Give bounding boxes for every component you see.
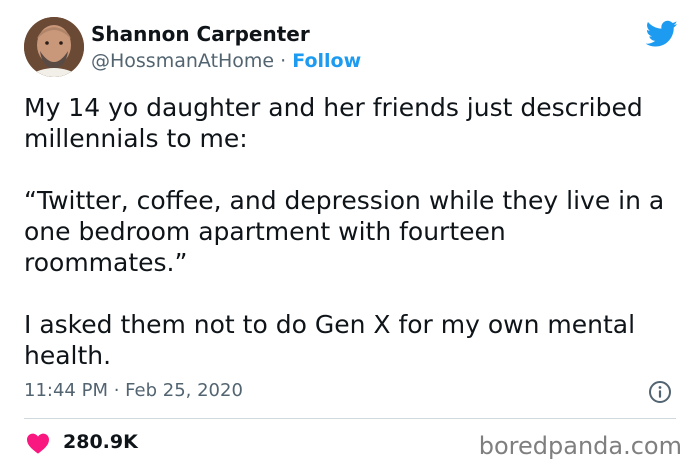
author-handle-line: @HossmanAtHome · Follow: [91, 50, 361, 72]
handle-separator: ·: [274, 50, 293, 72]
tweet-timestamp[interactable]: 11:44 PM · Feb 25, 2020: [24, 380, 243, 401]
author-handle[interactable]: @HossmanAtHome: [91, 50, 274, 72]
like-count: 280.9K: [63, 431, 138, 453]
avatar[interactable]: [24, 17, 84, 77]
divider: [24, 418, 676, 419]
tweet-card: Shannon Carpenter @HossmanAtHome · Follo…: [0, 0, 700, 471]
avatar-image: [24, 17, 84, 77]
twitter-bird-icon[interactable]: [646, 20, 678, 48]
heart-icon[interactable]: [26, 432, 50, 454]
watermark: boredpanda.com: [478, 432, 682, 460]
author-name[interactable]: Shannon Carpenter: [91, 22, 310, 46]
info-icon[interactable]: [648, 380, 672, 404]
tweet-text: My 14 yo daughter and her friends just d…: [24, 93, 665, 370]
follow-button[interactable]: Follow: [292, 50, 361, 72]
